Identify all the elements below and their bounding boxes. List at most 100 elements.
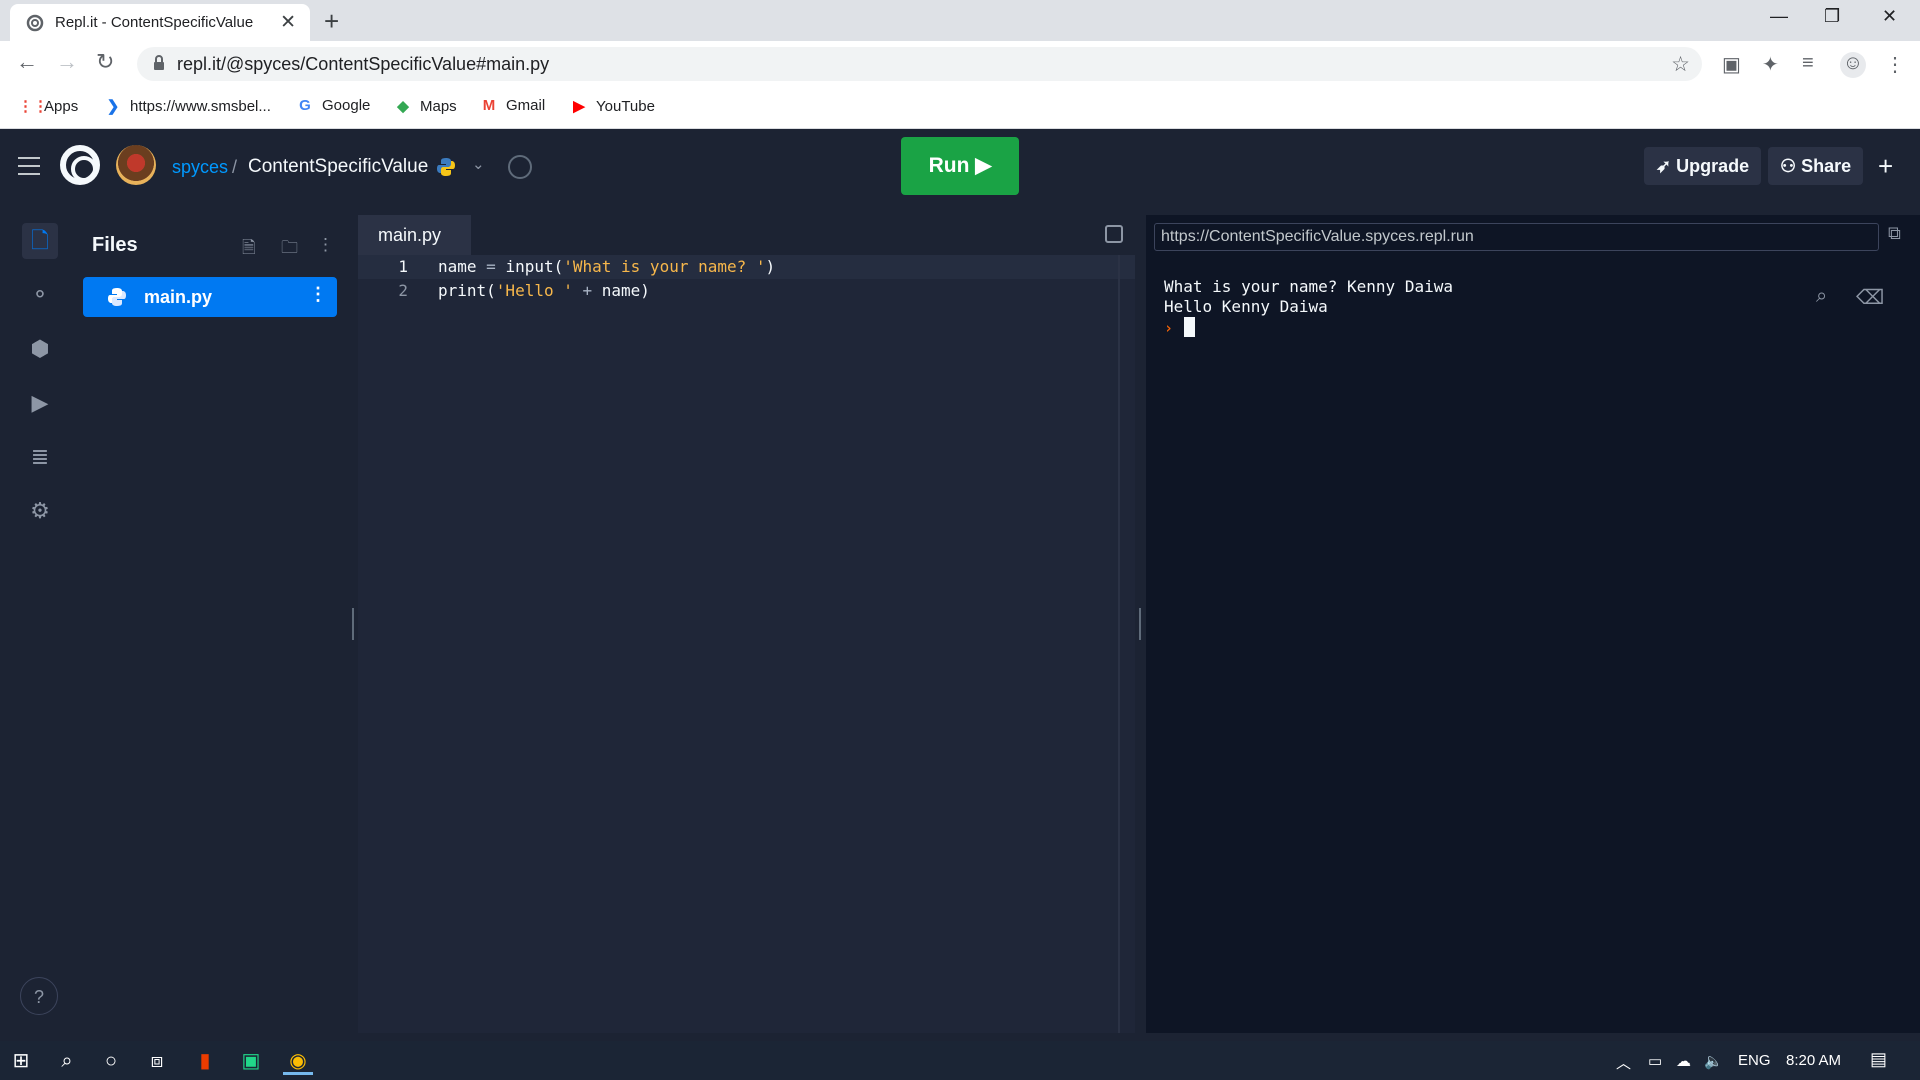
- file-menu-icon[interactable]: ⋮: [309, 284, 327, 305]
- upgrade-button[interactable]: ➶ Upgrade: [1644, 147, 1762, 185]
- files-menu-icon[interactable]: ⋮: [317, 235, 334, 255]
- bookmark-maps[interactable]: ◆ Maps: [394, 97, 456, 115]
- code-line: 1 name = input('What is your name? '): [358, 255, 1135, 279]
- office-icon[interactable]: ▮: [190, 1047, 220, 1075]
- repl-name[interactable]: ContentSpecificValue: [248, 156, 428, 178]
- reload-icon[interactable]: ↻: [96, 49, 114, 75]
- browser-toolbar: ← → ↻ repl.it/@spyces/ContentSpecificVal…: [0, 41, 1920, 87]
- editor-scrollbar[interactable]: [1118, 255, 1120, 1033]
- task-view-icon[interactable]: ⧈: [142, 1047, 172, 1075]
- database-icon[interactable]: ≣: [22, 439, 58, 475]
- smsbell-icon: ❯: [106, 98, 120, 115]
- new-folder-icon[interactable]: 🗀: [281, 235, 298, 264]
- console-line: What is your name? Kenny Daiwa: [1164, 277, 1453, 296]
- maps-icon: ◆: [397, 98, 409, 115]
- run-button[interactable]: Run ▶: [901, 137, 1019, 195]
- new-tab-button[interactable]: +: [324, 6, 339, 37]
- notifications-icon[interactable]: ▤: [1870, 1049, 1887, 1070]
- code-text: name = input('What is your name? '): [438, 257, 776, 276]
- back-icon[interactable]: ←: [16, 49, 38, 75]
- bookmark-youtube[interactable]: ▶ YouTube: [570, 97, 655, 115]
- onedrive-icon[interactable]: ☁: [1676, 1052, 1691, 1070]
- user-avatar[interactable]: [116, 145, 156, 185]
- console-output: What is your name? Kenny Daiwa Hello Kenn…: [1164, 277, 1453, 317]
- cast-icon[interactable]: ▣: [1722, 52, 1741, 77]
- bookmark-smsbell[interactable]: ❯ https://www.smsbel...: [104, 97, 271, 115]
- debugger-icon[interactable]: ▶: [22, 385, 58, 421]
- search-icon[interactable]: ⌕: [1816, 285, 1827, 308]
- editor-tab-bar: main.py: [358, 215, 1135, 255]
- help-button[interactable]: ?: [20, 977, 58, 1015]
- rocket-icon: ➶: [1656, 156, 1677, 176]
- profile-avatar[interactable]: ☺: [1840, 52, 1866, 78]
- files-panel: Files 🗎 🗀 ⋮ main.py ⋮: [67, 215, 347, 1033]
- tab-close-icon[interactable]: ✕: [280, 11, 296, 34]
- repl-url-field[interactable]: https://ContentSpecificValue.spyces.repl…: [1154, 223, 1879, 251]
- breadcrumb-separator: /: [232, 157, 238, 177]
- file-item-main-py[interactable]: main.py ⋮: [83, 277, 337, 317]
- extensions-icon[interactable]: ✦: [1762, 52, 1779, 77]
- minimize-icon[interactable]: —: [1770, 6, 1788, 27]
- pane-resize-handle-left[interactable]: [352, 608, 354, 640]
- bookmark-google[interactable]: G Google: [296, 97, 370, 114]
- repl-header: spyces / ContentSpecificValue ⌄ Run ▶ ➶ …: [0, 129, 1920, 204]
- history-icon[interactable]: [508, 155, 532, 179]
- youtube-icon: ▶: [573, 98, 585, 115]
- clear-console-icon[interactable]: ⌫: [1856, 285, 1884, 310]
- files-title: Files: [92, 234, 138, 256]
- address-url: repl.it/@spyces/ContentSpecificValue#mai…: [177, 54, 550, 74]
- version-control-icon[interactable]: ⚬: [22, 277, 58, 313]
- console-cursor[interactable]: [1184, 317, 1195, 337]
- settings-gear-icon[interactable]: ⚙: [22, 493, 58, 529]
- forward-icon[interactable]: →: [56, 49, 78, 75]
- cortana-icon[interactable]: ○: [96, 1047, 126, 1075]
- console-line: Hello Kenny Daiwa: [1164, 297, 1328, 316]
- line-number: 1: [398, 257, 408, 276]
- pycharm-icon[interactable]: ▣: [236, 1047, 266, 1075]
- chrome-taskbar-icon[interactable]: ◉: [283, 1047, 313, 1075]
- browser-tab-strip: Repl.it - ContentSpecificValue ✕ + — ❐ ✕: [0, 0, 1920, 41]
- gmail-icon: M: [482, 97, 496, 114]
- volume-icon[interactable]: 🔈: [1704, 1052, 1723, 1070]
- bookmark-star-icon[interactable]: ☆: [1671, 52, 1690, 77]
- add-pane-button[interactable]: +: [1878, 151, 1893, 182]
- code-text: print('Hello ' + name): [438, 281, 650, 300]
- apps-grid-icon: ⋮⋮: [18, 98, 48, 115]
- browser-tab[interactable]: Repl.it - ContentSpecificValue ✕: [10, 4, 310, 41]
- share-button[interactable]: ⚇ Share: [1768, 147, 1864, 185]
- console-prompt: ›: [1164, 319, 1174, 337]
- owner-link[interactable]: spyces: [172, 157, 228, 178]
- address-bar[interactable]: repl.it/@spyces/ContentSpecificValue#mai…: [137, 47, 1702, 81]
- menu-icon[interactable]: [18, 157, 40, 181]
- editor-settings-icon[interactable]: [1105, 225, 1123, 243]
- packages-icon[interactable]: ⬢: [22, 331, 58, 367]
- tray-chevron-icon[interactable]: ︿: [1616, 1052, 1631, 1073]
- replit-logo-icon[interactable]: [60, 145, 100, 185]
- pane-resize-handle-right[interactable]: [1139, 608, 1141, 640]
- restore-icon[interactable]: ❐: [1824, 6, 1840, 27]
- lock-icon: [154, 55, 164, 70]
- windows-taskbar: ⊞ ⌕ ○ ⧈ ▮ ▣ ◉ ︿ ▭ ☁ 🔈 ENG 8:20 AM ▤: [0, 1041, 1920, 1080]
- media-control-icon[interactable]: ≡: [1802, 52, 1814, 75]
- close-window-icon[interactable]: ✕: [1882, 6, 1897, 27]
- chrome-menu-icon[interactable]: ⋮: [1885, 52, 1905, 77]
- bookmark-gmail[interactable]: M Gmail: [480, 97, 545, 114]
- files-icon[interactable]: 🗋: [22, 223, 58, 259]
- open-external-icon[interactable]: ⧉: [1888, 223, 1901, 244]
- python-language-icon: [437, 158, 455, 176]
- clock[interactable]: 8:20 AM: [1786, 1052, 1841, 1069]
- add-user-icon: ⚇: [1780, 156, 1802, 176]
- battery-icon[interactable]: ▭: [1648, 1052, 1662, 1070]
- chevron-down-icon[interactable]: ⌄: [472, 155, 485, 173]
- tab-main-py[interactable]: main.py: [358, 215, 471, 255]
- sidebar-rail: 🗋 ⚬ ⬢ ▶ ≣ ⚙ ?: [10, 215, 67, 1033]
- code-area[interactable]: 1 name = input('What is your name? ') 2 …: [358, 255, 1135, 1033]
- bookmark-apps[interactable]: ⋮⋮Apps: [18, 97, 78, 115]
- new-file-icon[interactable]: 🗎: [242, 235, 256, 264]
- python-file-icon: [108, 288, 126, 306]
- code-line: 2 print('Hello ' + name): [358, 279, 1135, 303]
- search-icon[interactable]: ⌕: [52, 1047, 82, 1075]
- code-editor-pane: main.py 1 name = input('What is your nam…: [358, 215, 1135, 1033]
- windows-start-icon[interactable]: ⊞: [6, 1047, 36, 1075]
- language-indicator[interactable]: ENG: [1738, 1052, 1771, 1069]
